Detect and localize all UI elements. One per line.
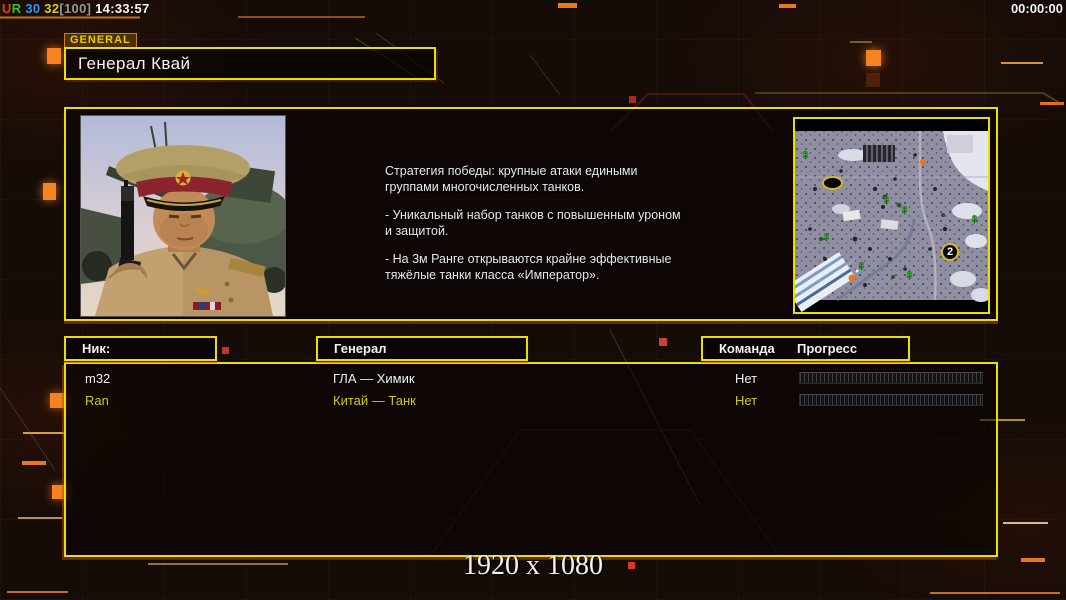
general-info-panel: Стратегия победы: крупные атаки едиными … [64,107,998,321]
resolution-watermark: 1920 x 1080 [463,550,603,582]
match-timer: 00:00:00 [1011,1,1063,16]
team-header-label: Команда [703,341,775,356]
minimap: $ $ $ $ $ $ $ [795,119,988,312]
general-header-label: Генерал [318,341,386,356]
general-description: Стратегия победы: крупные атаки едиными … [385,163,730,295]
progress-header-label: Прогресс [797,341,857,356]
network-stats: UR 30 32[100] 14:33:57 [2,1,150,16]
player-general: Китай — Танк [333,393,416,408]
general-header-box: Генерал [316,336,528,361]
nick-header-box: Ник: [64,336,217,361]
player-nick: m32 [85,371,110,386]
portrait-frame [80,115,286,317]
team-progress-header-box: Команда Прогресс [701,336,910,361]
clock-text: 14:33:57 [91,1,149,16]
players-panel: m32 ГЛА — Химик Нет Ran Китай — Танк Нет [64,362,998,557]
start-position-marker-empty [822,176,843,190]
description-paragraph: Стратегия победы: крупные атаки едиными … [385,163,730,195]
stat-segment: U [2,1,12,16]
player-team: Нет [735,371,757,386]
stat-segment: 32 [40,1,59,16]
supply-dollar-icon: $ [884,195,889,205]
supply-dollar-icon: $ [907,270,912,280]
general-portrait [81,116,285,316]
player-row: m32 ГЛА — Химик Нет [66,368,996,390]
player-nick: Ran [85,393,109,408]
supply-dollar-icon: $ [824,232,829,242]
supply-dollar-icon: $ [803,150,808,160]
general-title-box: Генерал Квай [64,47,436,80]
nick-header-label: Ник: [66,341,110,356]
minimap-frame: $ $ $ $ $ $ $ 2 [793,117,990,314]
start-position-label: 2 [947,246,953,258]
player-general: ГЛА — Химик [333,371,415,386]
supply-dollar-icon: $ [902,205,907,215]
description-paragraph: - На 3м Ранге открываются крайне эффекти… [385,251,730,283]
player-progress-bar [799,394,983,406]
general-title: Генерал Квай [66,54,190,74]
player-team: Нет [735,393,757,408]
start-position-marker-2: 2 [941,243,959,261]
stat-segment: R [12,1,22,16]
stat-segment: [100] [59,1,91,16]
supply-dollar-icon: $ [972,214,977,224]
loading-screen: UR 30 32[100] 14:33:57 00:00:00 GENERAL … [0,0,1066,600]
player-row: Ran Китай — Танк Нет [66,390,996,412]
supply-dollar-icon: $ [859,261,864,271]
description-paragraph: - Уникальный набор танков с повышенным у… [385,207,730,239]
tab-general-label: GENERAL [70,34,131,46]
stat-segment: 30 [21,1,40,16]
player-progress-bar [799,372,983,384]
